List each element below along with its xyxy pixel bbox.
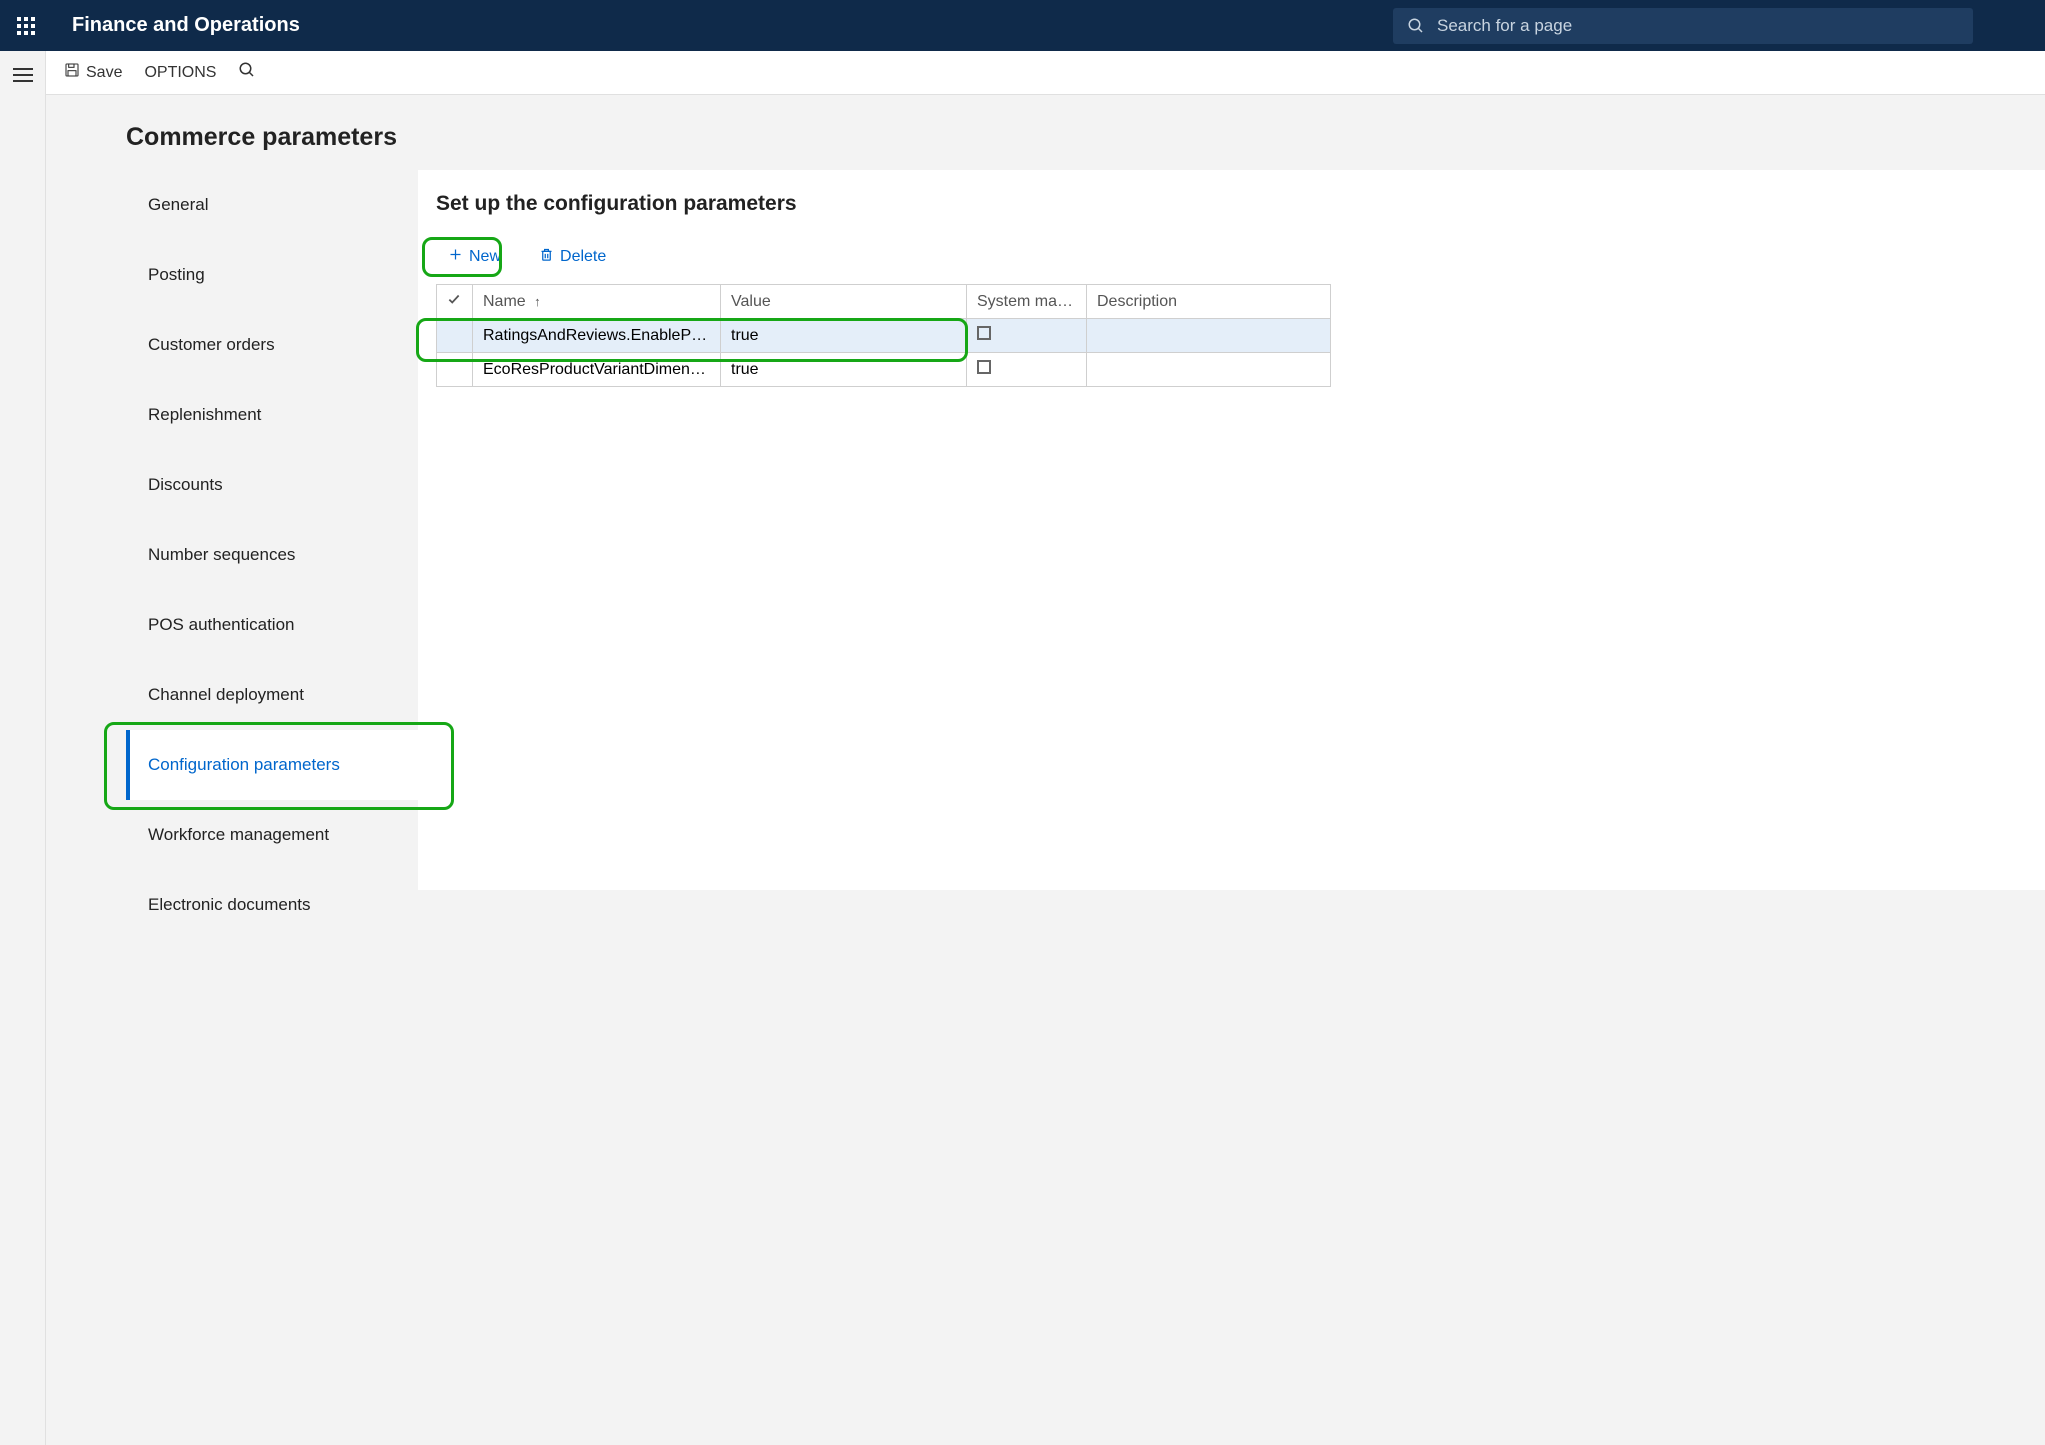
sidebar-item-label: Workforce management [148,825,329,845]
column-select[interactable] [437,285,473,319]
column-system-maintained[interactable]: System maintai… [967,285,1087,319]
cell-system[interactable] [967,353,1087,387]
search-icon [1407,17,1425,35]
check-icon [447,293,461,310]
sidebar-item-label: Posting [148,265,205,285]
column-value[interactable]: Value [721,285,967,319]
column-label: Name [483,293,526,310]
delete-button[interactable]: Delete [527,242,618,272]
column-name[interactable]: Name ↑ [473,285,721,319]
sidebar-item-label: Replenishment [148,405,261,425]
sidebar-item-workforce-management[interactable]: Workforce management [126,800,418,870]
app-launcher-icon[interactable] [12,12,40,40]
table-row[interactable]: EcoResProductVariantDimensio… true [437,353,1331,387]
delete-label: Delete [560,248,606,266]
sidebar-item-label: POS authentication [148,615,294,635]
panel-heading: Set up the configuration parameters [436,192,2027,216]
options-label: OPTIONS [144,64,216,82]
sidebar-item-label: Number sequences [148,545,295,565]
page-title: Commerce parameters [126,123,2045,152]
cell-description[interactable] [1087,319,1331,353]
plus-icon [448,247,463,267]
save-button[interactable]: Save [64,62,122,83]
global-search[interactable] [1393,8,1973,44]
side-tabs: General Posting Customer orders Replenis… [126,170,418,940]
content-panel: Set up the configuration parameters New [418,170,2045,890]
trash-icon [539,247,554,267]
save-label: Save [86,64,122,82]
sidebar-item-general[interactable]: General [126,170,418,240]
save-icon [64,62,80,83]
column-label: Description [1097,293,1177,310]
options-button[interactable]: OPTIONS [144,64,216,82]
top-header: Finance and Operations [0,0,2045,51]
checkbox-icon[interactable] [977,326,991,340]
sidebar-item-channel-deployment[interactable]: Channel deployment [126,660,418,730]
sidebar-item-label: Discounts [148,475,223,495]
action-toolbar: Save OPTIONS [46,51,2045,95]
cell-name[interactable]: EcoResProductVariantDimensio… [473,353,721,387]
sidebar-item-number-sequences[interactable]: Number sequences [126,520,418,590]
hamburger-icon[interactable] [9,61,37,89]
checkbox-icon[interactable] [977,360,991,374]
table-row[interactable]: RatingsAndReviews.EnableProd… true [437,319,1331,353]
cell-system[interactable] [967,319,1087,353]
cell-value[interactable]: true [721,319,967,353]
cell-value[interactable]: true [721,353,967,387]
left-rail [0,51,46,1445]
parameters-table: Name ↑ Value System maintai… Description [436,284,1331,387]
column-label: Value [731,293,771,310]
column-description[interactable]: Description [1087,285,1331,319]
sidebar-item-customer-orders[interactable]: Customer orders [126,310,418,380]
cell-description[interactable] [1087,353,1331,387]
sidebar-item-label: Configuration parameters [148,755,340,775]
sidebar-item-label: Customer orders [148,335,275,355]
column-label: System maintai… [977,293,1087,310]
sidebar-item-label: General [148,195,208,215]
new-label: New [469,248,501,266]
sidebar-item-discounts[interactable]: Discounts [126,450,418,520]
sidebar-item-pos-authentication[interactable]: POS authentication [126,590,418,660]
sidebar-item-label: Channel deployment [148,685,304,705]
brand-title: Finance and Operations [72,14,300,37]
toolbar-search-icon[interactable] [238,61,256,84]
new-button[interactable]: New [436,242,513,272]
cell-name[interactable]: RatingsAndReviews.EnableProd… [473,319,721,353]
sort-asc-icon: ↑ [534,294,541,309]
sidebar-item-configuration-parameters[interactable]: Configuration parameters [126,730,418,800]
sidebar-item-replenishment[interactable]: Replenishment [126,380,418,450]
sidebar-item-posting[interactable]: Posting [126,240,418,310]
sidebar-item-electronic-documents[interactable]: Electronic documents [126,870,418,940]
search-input[interactable] [1437,16,1959,36]
sidebar-item-label: Electronic documents [148,895,311,915]
